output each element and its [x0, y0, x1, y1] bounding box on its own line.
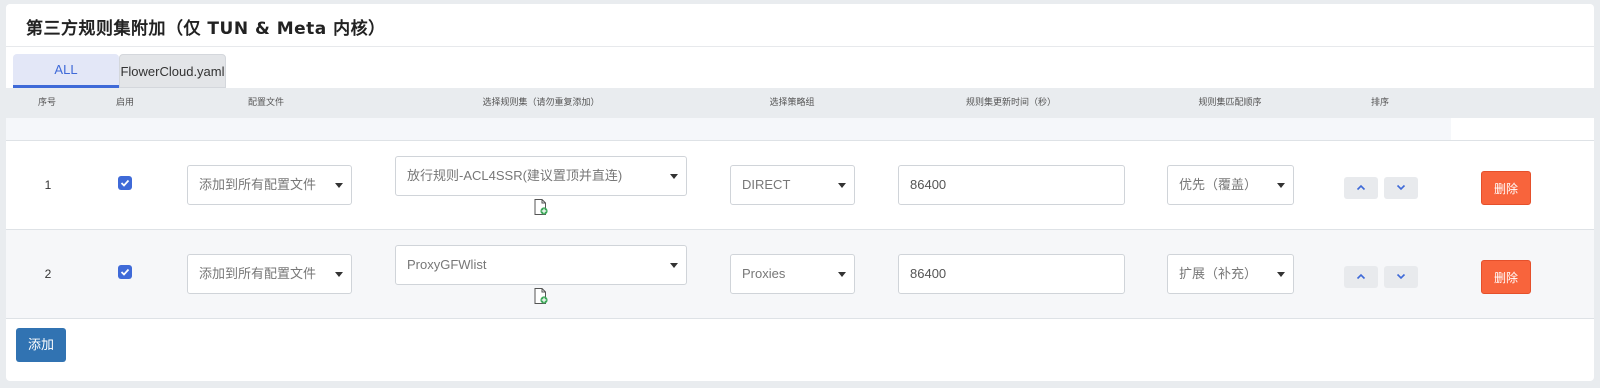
config-file-value: 添加到所有配置文件	[199, 177, 317, 192]
rule-set-panel: 第三方规则集附加（仅 TUN & Meta 内核） ALL FlowerClou…	[6, 4, 1594, 381]
match-order-select[interactable]: 优先（覆盖）	[1167, 165, 1294, 205]
file-plus-icon[interactable]	[534, 199, 548, 215]
header-update-interval: 规则集更新时间（秒）	[965, 98, 1056, 108]
rule-set-value: 放行规则-ACL4SSR(建议置顶并直连)	[407, 168, 623, 183]
header-config-file: 配置文件	[247, 98, 284, 108]
chevron-down-icon	[335, 272, 343, 277]
chevron-down-icon	[670, 174, 678, 179]
row-index: 2	[44, 267, 52, 281]
move-down-button[interactable]	[1384, 177, 1418, 199]
policy-group-value: Proxies	[742, 266, 786, 281]
table-row: 2 添加到所有配置文件 ProxyGFWlist Proxies 86400 扩…	[6, 230, 1594, 318]
delete-button[interactable]: 删除	[1481, 260, 1531, 294]
chevron-up-icon	[1356, 184, 1366, 191]
tab-flowercloud-yaml[interactable]: FlowerCloud.yaml	[119, 54, 226, 88]
header-rule-set: 选择规则集（请勿重复添加）	[482, 98, 600, 108]
chevron-up-icon	[1356, 273, 1366, 280]
chevron-down-icon	[1396, 184, 1406, 191]
check-icon	[120, 179, 130, 187]
config-file-value: 添加到所有配置文件	[199, 266, 317, 281]
table-header: 序号 启用 配置文件 选择规则集（请勿重复添加） 选择策略组 规则集更新时间（秒…	[6, 88, 1594, 118]
tab-all[interactable]: ALL	[13, 54, 119, 88]
config-file-select[interactable]: 添加到所有配置文件	[187, 165, 352, 205]
check-icon	[120, 268, 130, 276]
header-sort: 排序	[1370, 98, 1389, 108]
panel-title: 第三方规则集附加（仅 TUN & Meta 内核）	[26, 19, 386, 39]
header-enabled: 启用	[115, 98, 134, 108]
add-button[interactable]: 添加	[16, 328, 66, 362]
match-order-select[interactable]: 扩展（补充）	[1167, 254, 1294, 294]
enabled-checkbox[interactable]	[118, 176, 132, 190]
chevron-down-icon	[838, 183, 846, 188]
enabled-checkbox[interactable]	[118, 265, 132, 279]
row-index: 1	[44, 178, 52, 192]
chevron-down-icon	[1277, 183, 1285, 188]
move-down-button[interactable]	[1384, 266, 1418, 288]
table-spacer-row	[6, 118, 1451, 140]
config-file-select[interactable]: 添加到所有配置文件	[187, 254, 352, 294]
chevron-down-icon	[335, 183, 343, 188]
chevron-down-icon	[838, 272, 846, 277]
rule-set-select[interactable]: 放行规则-ACL4SSR(建议置顶并直连)	[395, 156, 687, 196]
update-interval-input[interactable]: 86400	[898, 165, 1125, 205]
policy-group-select[interactable]: Proxies	[730, 254, 855, 294]
chevron-down-icon	[670, 263, 678, 268]
row-divider	[6, 318, 1594, 319]
header-match-order: 规则集匹配顺序	[1198, 98, 1262, 108]
policy-group-select[interactable]: DIRECT	[730, 165, 855, 205]
delete-button[interactable]: 删除	[1481, 171, 1531, 205]
rule-set-value: ProxyGFWlist	[407, 257, 487, 272]
file-plus-icon[interactable]	[534, 288, 548, 304]
table-row: 1 添加到所有配置文件 放行规则-ACL4SSR(建议置顶并直连) DIRECT…	[6, 141, 1594, 229]
chevron-down-icon	[1396, 273, 1406, 280]
move-up-button[interactable]	[1344, 177, 1378, 199]
match-order-value: 扩展（补充）	[1179, 266, 1258, 281]
policy-group-value: DIRECT	[742, 177, 791, 192]
title-divider	[6, 46, 1594, 47]
rule-set-select[interactable]: ProxyGFWlist	[395, 245, 687, 285]
move-up-button[interactable]	[1344, 266, 1378, 288]
update-interval-input[interactable]: 86400	[898, 254, 1125, 294]
chevron-down-icon	[1277, 272, 1285, 277]
header-policy-group: 选择策略组	[769, 98, 815, 108]
match-order-value: 优先（覆盖）	[1179, 177, 1258, 192]
header-index: 序号	[37, 98, 56, 108]
